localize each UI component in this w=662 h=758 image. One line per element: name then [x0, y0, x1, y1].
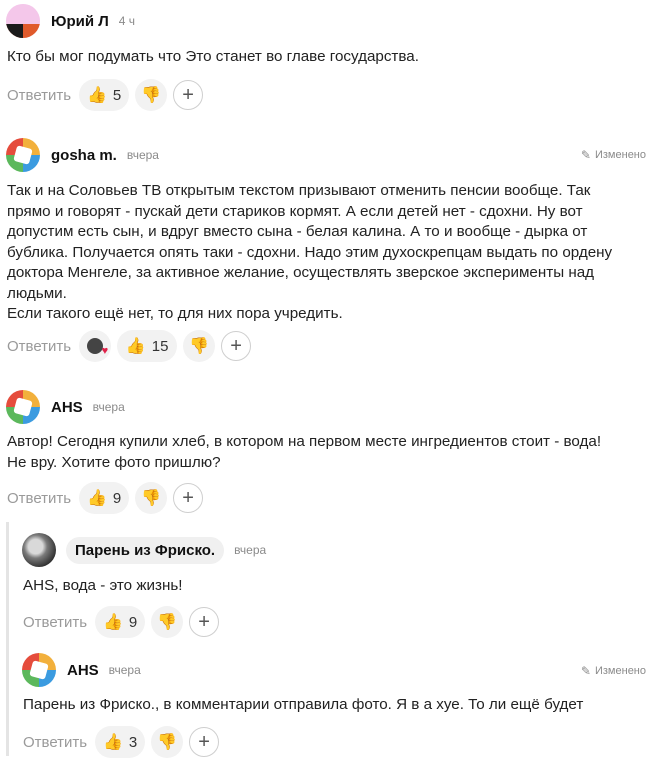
reply-thread-line	[6, 522, 9, 756]
dislike-button[interactable]: 👎	[135, 79, 168, 111]
comment-author[interactable]: Юрий Л	[51, 13, 109, 30]
reply-button[interactable]: Ответить	[23, 614, 87, 631]
thumbs-up-icon: 👍	[86, 490, 107, 507]
like-count: 9	[112, 489, 122, 507]
like-button[interactable]: 👍 3	[95, 726, 146, 758]
thumbs-down-icon: 👎	[189, 338, 210, 355]
comment-time: вчера	[234, 543, 267, 557]
reactor-avatar-icon: ♥	[87, 338, 108, 357]
thumbs-down-icon: 👎	[141, 87, 162, 104]
thumbs-down-icon: 👎	[157, 734, 178, 751]
reply-button[interactable]: Ответить	[7, 338, 71, 355]
pencil-icon: ✎	[580, 664, 591, 678]
thumbs-up-icon: 👍	[102, 734, 123, 751]
comment-author[interactable]: AHS	[67, 662, 99, 679]
plus-icon: +	[182, 486, 194, 509]
thumbs-up-icon: 👍	[86, 87, 107, 104]
reaction-avatars[interactable]: ♥	[79, 330, 112, 362]
add-reaction-button[interactable]: +	[173, 80, 204, 110]
pencil-icon: ✎	[580, 148, 591, 162]
thumbs-up-icon: 👍	[102, 614, 123, 631]
avatar[interactable]	[22, 533, 56, 567]
comment-author[interactable]: AHS	[51, 399, 83, 416]
comment-time: вчера	[92, 400, 125, 414]
like-button[interactable]: 👍 9	[79, 482, 130, 514]
dislike-button[interactable]: 👎	[135, 482, 168, 514]
avatar[interactable]	[22, 653, 56, 687]
like-count: 15	[151, 337, 169, 355]
comment-text: Парень из Фриско., в комментарии отправи…	[23, 696, 584, 713]
dislike-button[interactable]: 👎	[151, 726, 184, 758]
avatar[interactable]	[6, 138, 40, 172]
comment-text: Автор! Сегодня купили хлеб, в котором на…	[7, 433, 602, 471]
add-reaction-button[interactable]: +	[189, 607, 220, 637]
reply-button[interactable]: Ответить	[7, 490, 71, 507]
comment-text: AHS, вода - это жизнь!	[23, 577, 183, 594]
like-button[interactable]: 👍 5	[79, 79, 130, 111]
like-button[interactable]: 👍 9	[95, 606, 146, 638]
comment-text: Кто бы мог подумать что Это станет во гл…	[7, 48, 419, 65]
reply-button[interactable]: Ответить	[23, 734, 87, 751]
comment-author[interactable]: gosha m.	[51, 147, 117, 164]
heart-icon: ♥	[101, 345, 109, 357]
like-button[interactable]: 👍 15	[117, 330, 178, 362]
thumbs-down-icon: 👎	[141, 490, 162, 507]
add-reaction-button[interactable]: +	[189, 727, 220, 757]
dislike-button[interactable]: 👎	[151, 606, 184, 638]
dislike-button[interactable]: 👎	[183, 330, 216, 362]
like-count: 5	[112, 86, 122, 104]
comment-text: Так и на Соловьев ТВ открытым текстом пр…	[7, 182, 613, 322]
add-reaction-button[interactable]: +	[173, 483, 204, 513]
avatar[interactable]	[6, 390, 40, 424]
edited-indicator: ✎ Изменено	[580, 148, 646, 162]
like-count: 3	[128, 733, 138, 751]
comment-time: 4 ч	[118, 14, 136, 28]
reply-button[interactable]: Ответить	[7, 87, 71, 104]
thumbs-up-icon: 👍	[125, 338, 146, 355]
comment-time: вчера	[126, 148, 159, 162]
thumbs-down-icon: 👎	[157, 614, 178, 631]
like-count: 9	[128, 613, 138, 631]
plus-icon: +	[198, 730, 210, 753]
edited-indicator: ✎ Изменено	[580, 664, 646, 678]
avatar[interactable]	[6, 4, 40, 38]
comment-time: вчера	[108, 663, 141, 677]
add-reaction-button[interactable]: +	[221, 331, 252, 361]
plus-icon: +	[198, 610, 210, 633]
comment-author[interactable]: Парень из Фриско.	[66, 536, 225, 564]
plus-icon: +	[230, 334, 242, 357]
plus-icon: +	[182, 83, 194, 106]
